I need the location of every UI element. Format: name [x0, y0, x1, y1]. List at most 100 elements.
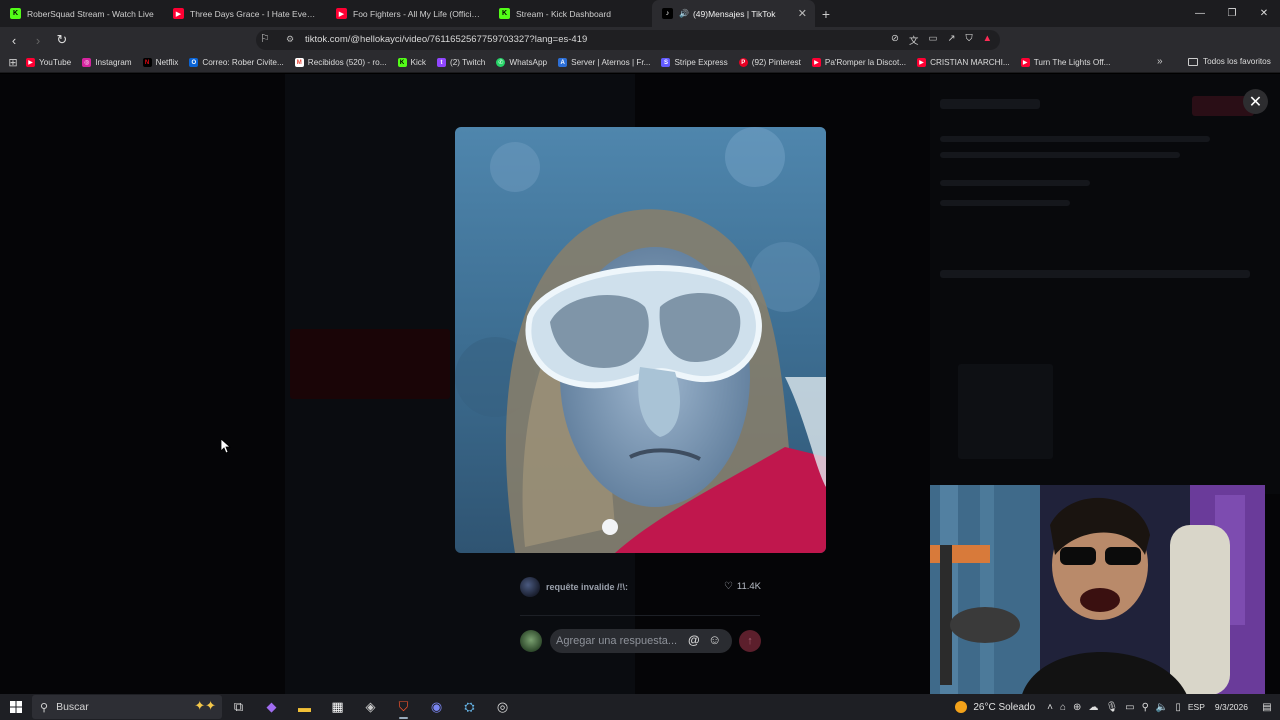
tab-title: RoberSquad Stream - Watch Live [27, 8, 154, 19]
obs-icon[interactable]: ◎ [486, 694, 519, 720]
browser-tab[interactable]: K RoberSquad Stream - Watch Live [0, 0, 163, 27]
mention-icon[interactable]: @ [688, 633, 700, 647]
bookmark-whatsapp[interactable]: ✆ WhatsApp [496, 58, 547, 67]
share-icon[interactable]: ↗ [947, 33, 955, 47]
avatar[interactable] [520, 577, 540, 597]
steam-icon[interactable]: ⛭ [453, 694, 486, 720]
reload-button[interactable]: ↻ [52, 30, 72, 50]
bookmark-label: CRISTIAN MARCHI... [930, 58, 1010, 67]
reply-media-image[interactable] [455, 127, 826, 553]
bookmark-youtube[interactable]: ▶ YouTube [26, 58, 71, 67]
brave-rewards-icon[interactable]: ▲ [983, 33, 992, 47]
no-tracking-icon[interactable]: ⊘ [891, 33, 899, 47]
discord-icon[interactable]: ◉ [420, 694, 453, 720]
youtube-icon: ▶ [1020, 58, 1030, 67]
pinterest-icon: P [738, 58, 748, 67]
microphone-icon[interactable]: 🎙 [1105, 702, 1118, 713]
clock[interactable]: 9/3/2026 [1215, 702, 1248, 713]
kick-icon: K [10, 8, 21, 19]
language-indicator[interactable]: ESP [1188, 702, 1205, 712]
file-explorer-icon[interactable]: ▬ [288, 694, 321, 720]
bookmark-youtube-cristian[interactable]: ▶ CRISTIAN MARCHI... [917, 58, 1010, 67]
weather-widget[interactable]: 26°C Soleado [955, 701, 1035, 713]
cast-icon[interactable]: ▭ [929, 33, 938, 47]
bookmark-pinterest[interactable]: P (92) Pinterest [738, 58, 801, 67]
bookmark-youtube-lights[interactable]: ▶ Turn The Lights Off... [1020, 58, 1110, 67]
taskbar-search[interactable]: ⚲ Buscar ✦✦ [32, 695, 222, 719]
copilot-sparkle-icon: ✦✦ [194, 698, 216, 713]
sun-icon [955, 701, 968, 713]
onedrive-icon[interactable]: ☁ [1088, 702, 1098, 713]
bookmark-kick[interactable]: K Kick [397, 58, 426, 67]
youtube-icon: ▶ [26, 58, 35, 67]
reply-username[interactable]: requête invalide /!\: [546, 582, 628, 592]
display-icon[interactable]: ▭ [1125, 702, 1134, 713]
browser-tab-active[interactable]: ♪ 🔊 (49)Mensajes | TikTok ✕ [652, 0, 815, 27]
battery-icon[interactable]: ▯ [1175, 702, 1181, 713]
windows-taskbar: ⚲ Buscar ✦✦ ⧉ ◆ ▬ ▦ ◈ ⛉ ◉ ⛭ ◎ 26°C Solea… [0, 694, 1280, 720]
window-controls: — ❐ ✕ [1184, 0, 1280, 27]
back-button[interactable]: ‹ [4, 30, 24, 50]
task-view-icon[interactable]: ⧉ [222, 694, 255, 720]
volume-icon[interactable]: 🔈 [1156, 702, 1168, 713]
bookmark-youtube-song[interactable]: ▶ Pa'Romper la Discot... [811, 58, 907, 67]
browser-tab[interactable]: ▶ Three Days Grace - I Hate Everything [163, 0, 326, 27]
notifications-icon[interactable]: ▤ [1258, 702, 1276, 713]
bookmark-instagram[interactable]: ◎ Instagram [82, 58, 132, 67]
bookmark-label: Correo: Rober Civite... [202, 58, 284, 67]
browser-tab[interactable]: K Stream - Kick Dashboard [489, 0, 652, 27]
bookmark-label: Pa'Romper la Discot... [824, 58, 907, 67]
url-text[interactable]: tiktok.com/@hellokayci/video/76116525677… [305, 34, 587, 45]
site-info-icon[interactable]: ⚙ [286, 34, 294, 45]
copilot-icon[interactable]: ◆ [255, 694, 288, 720]
bookmark-aternos[interactable]: A Server | Aternos | Fr... [558, 58, 650, 67]
twitch-icon: t [437, 58, 446, 67]
bookmark-outlook[interactable]: O Correo: Rober Civite... [189, 58, 284, 67]
brave-browser-icon[interactable]: ⛉ [387, 694, 420, 720]
send-button[interactable]: ↑ [739, 630, 761, 652]
tray-app-icon[interactable]: ⊕ [1073, 702, 1081, 713]
avatar [520, 630, 542, 652]
translate-icon[interactable]: 文 [909, 33, 919, 47]
clock-date: 9/3/2026 [1214, 701, 1248, 712]
webcam-overlay [930, 485, 1265, 703]
bookmark-gmail[interactable]: M Recibidos (520) - ro... [294, 58, 387, 67]
more-bookmarks-chevron-icon[interactable]: » [1157, 56, 1163, 67]
close-tab-icon[interactable]: ✕ [798, 7, 807, 20]
app-icon[interactable]: ◈ [354, 694, 387, 720]
close-modal-button[interactable]: ✕ [1243, 89, 1268, 114]
reply-input[interactable] [550, 629, 732, 653]
start-button[interactable] [0, 694, 32, 720]
bookmarks-bar: ⊞ ▶ YouTube ◎ Instagram N Netflix O Correo: … [0, 53, 1280, 73]
omnibox[interactable]: ⚐ ⚙ tiktok.com/@hellokayci/video/7611652… [256, 30, 1000, 50]
microsoft-store-icon[interactable]: ▦ [321, 694, 354, 720]
heart-icon[interactable]: ♡ [724, 581, 733, 592]
tiktok-icon: ♪ [662, 8, 673, 19]
speaker-icon[interactable]: 🔊 [679, 9, 689, 18]
bookmark-netflix[interactable]: N Netflix [142, 58, 178, 67]
minimize-button[interactable]: — [1184, 0, 1216, 27]
browser-tab[interactable]: ▶ Foo Fighters - All My Life (Official H… [326, 0, 489, 27]
all-bookmarks-folder[interactable]: Todos los favoritos [1188, 57, 1271, 66]
like-counter[interactable]: ♡ 11.4K [724, 581, 761, 592]
brave-shield-icon[interactable]: ⛉ [965, 33, 972, 47]
chevron-up-icon[interactable]: ˄ [1047, 702, 1053, 713]
bookmark-label: Stripe Express [674, 58, 728, 67]
tray-app-icon[interactable]: ⌂ [1060, 702, 1066, 713]
restore-button[interactable]: ❐ [1216, 0, 1248, 27]
close-window-button[interactable]: ✕ [1248, 0, 1280, 27]
apps-grid-icon[interactable]: ⊞ [0, 56, 26, 69]
network-icon[interactable]: ⚲ [1142, 702, 1149, 713]
diver-photo [455, 127, 826, 553]
youtube-icon: ▶ [811, 58, 821, 67]
new-tab-button[interactable]: + [815, 6, 837, 22]
youtube-icon: ▶ [336, 8, 347, 19]
bookmark-icon[interactable]: ⚐ [260, 32, 270, 45]
bookmark-twitch[interactable]: t (2) Twitch [437, 58, 485, 67]
stripe-icon: S [661, 58, 671, 67]
dimmed-text-line [940, 152, 1180, 158]
emoji-icon[interactable]: ☺ [708, 632, 721, 647]
forward-button[interactable]: › [28, 30, 48, 50]
bookmark-stripe[interactable]: S Stripe Express [661, 58, 728, 67]
dimmed-red-block [290, 329, 450, 399]
